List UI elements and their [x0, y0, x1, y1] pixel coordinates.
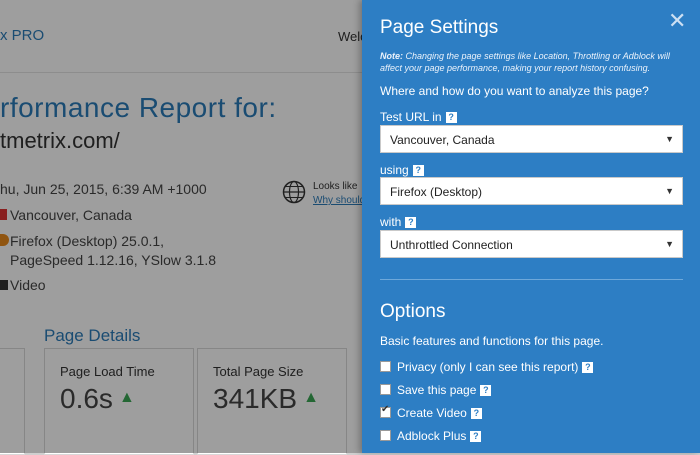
- analyze-question: Where and how do you want to analyze thi…: [380, 84, 649, 98]
- location-label: Test URL in?: [380, 110, 457, 124]
- create-video-checkbox[interactable]: ✔: [380, 404, 391, 418]
- note-text: Changing the page settings like Location…: [380, 51, 670, 73]
- location-label-text: Test URL in: [380, 110, 442, 124]
- help-icon[interactable]: ?: [445, 112, 457, 124]
- option-save-page[interactable]: Save this page?: [380, 383, 492, 397]
- chevron-down-icon: ▼: [665, 134, 674, 144]
- options-description: Basic features and functions for this pa…: [380, 334, 604, 348]
- browser-value: Firefox (Desktop): [390, 185, 483, 199]
- location-value: Vancouver, Canada: [390, 133, 495, 147]
- privacy-checkbox[interactable]: [380, 361, 391, 372]
- close-icon[interactable]: ✕: [668, 8, 686, 34]
- option-create-video[interactable]: ✔ Create Video?: [380, 404, 482, 420]
- connection-value: Unthrottled Connection: [390, 238, 513, 252]
- browser-select[interactable]: Firefox (Desktop) ▼: [380, 177, 683, 205]
- option-label: Adblock Plus: [397, 429, 467, 443]
- settings-note: Note: Changing the page settings like Lo…: [380, 50, 685, 74]
- option-privacy[interactable]: Privacy (only I can see this report)?: [380, 360, 594, 374]
- help-icon[interactable]: ?: [412, 165, 424, 177]
- browser-label-text: using: [380, 163, 409, 177]
- chevron-down-icon: ▼: [665, 186, 674, 196]
- help-icon[interactable]: ?: [405, 217, 417, 229]
- connection-label-text: with: [380, 215, 402, 229]
- panel-title: Page Settings: [380, 17, 499, 38]
- help-icon[interactable]: ?: [470, 408, 482, 420]
- note-label: Note:: [380, 51, 403, 61]
- adblock-plus-checkbox[interactable]: [380, 430, 391, 441]
- browser-label: using?: [380, 163, 424, 177]
- option-label: Privacy (only I can see this report): [397, 360, 579, 374]
- option-label: Create Video: [397, 406, 467, 420]
- page-settings-panel: Page Settings ✕ Note: Changing the page …: [362, 0, 700, 453]
- help-icon[interactable]: ?: [470, 431, 482, 443]
- option-adblock-plus[interactable]: Adblock Plus?: [380, 429, 482, 443]
- save-page-checkbox[interactable]: [380, 384, 391, 395]
- help-icon[interactable]: ?: [480, 385, 492, 397]
- connection-select[interactable]: Unthrottled Connection ▼: [380, 230, 683, 258]
- options-title: Options: [380, 301, 446, 322]
- chevron-down-icon: ▼: [665, 239, 674, 249]
- location-select[interactable]: Vancouver, Canada ▼: [380, 125, 683, 153]
- help-icon[interactable]: ?: [582, 362, 594, 374]
- section-divider: [380, 279, 683, 280]
- option-label: Save this page: [397, 383, 477, 397]
- connection-label: with?: [380, 215, 417, 229]
- check-icon: ✔: [381, 404, 390, 415]
